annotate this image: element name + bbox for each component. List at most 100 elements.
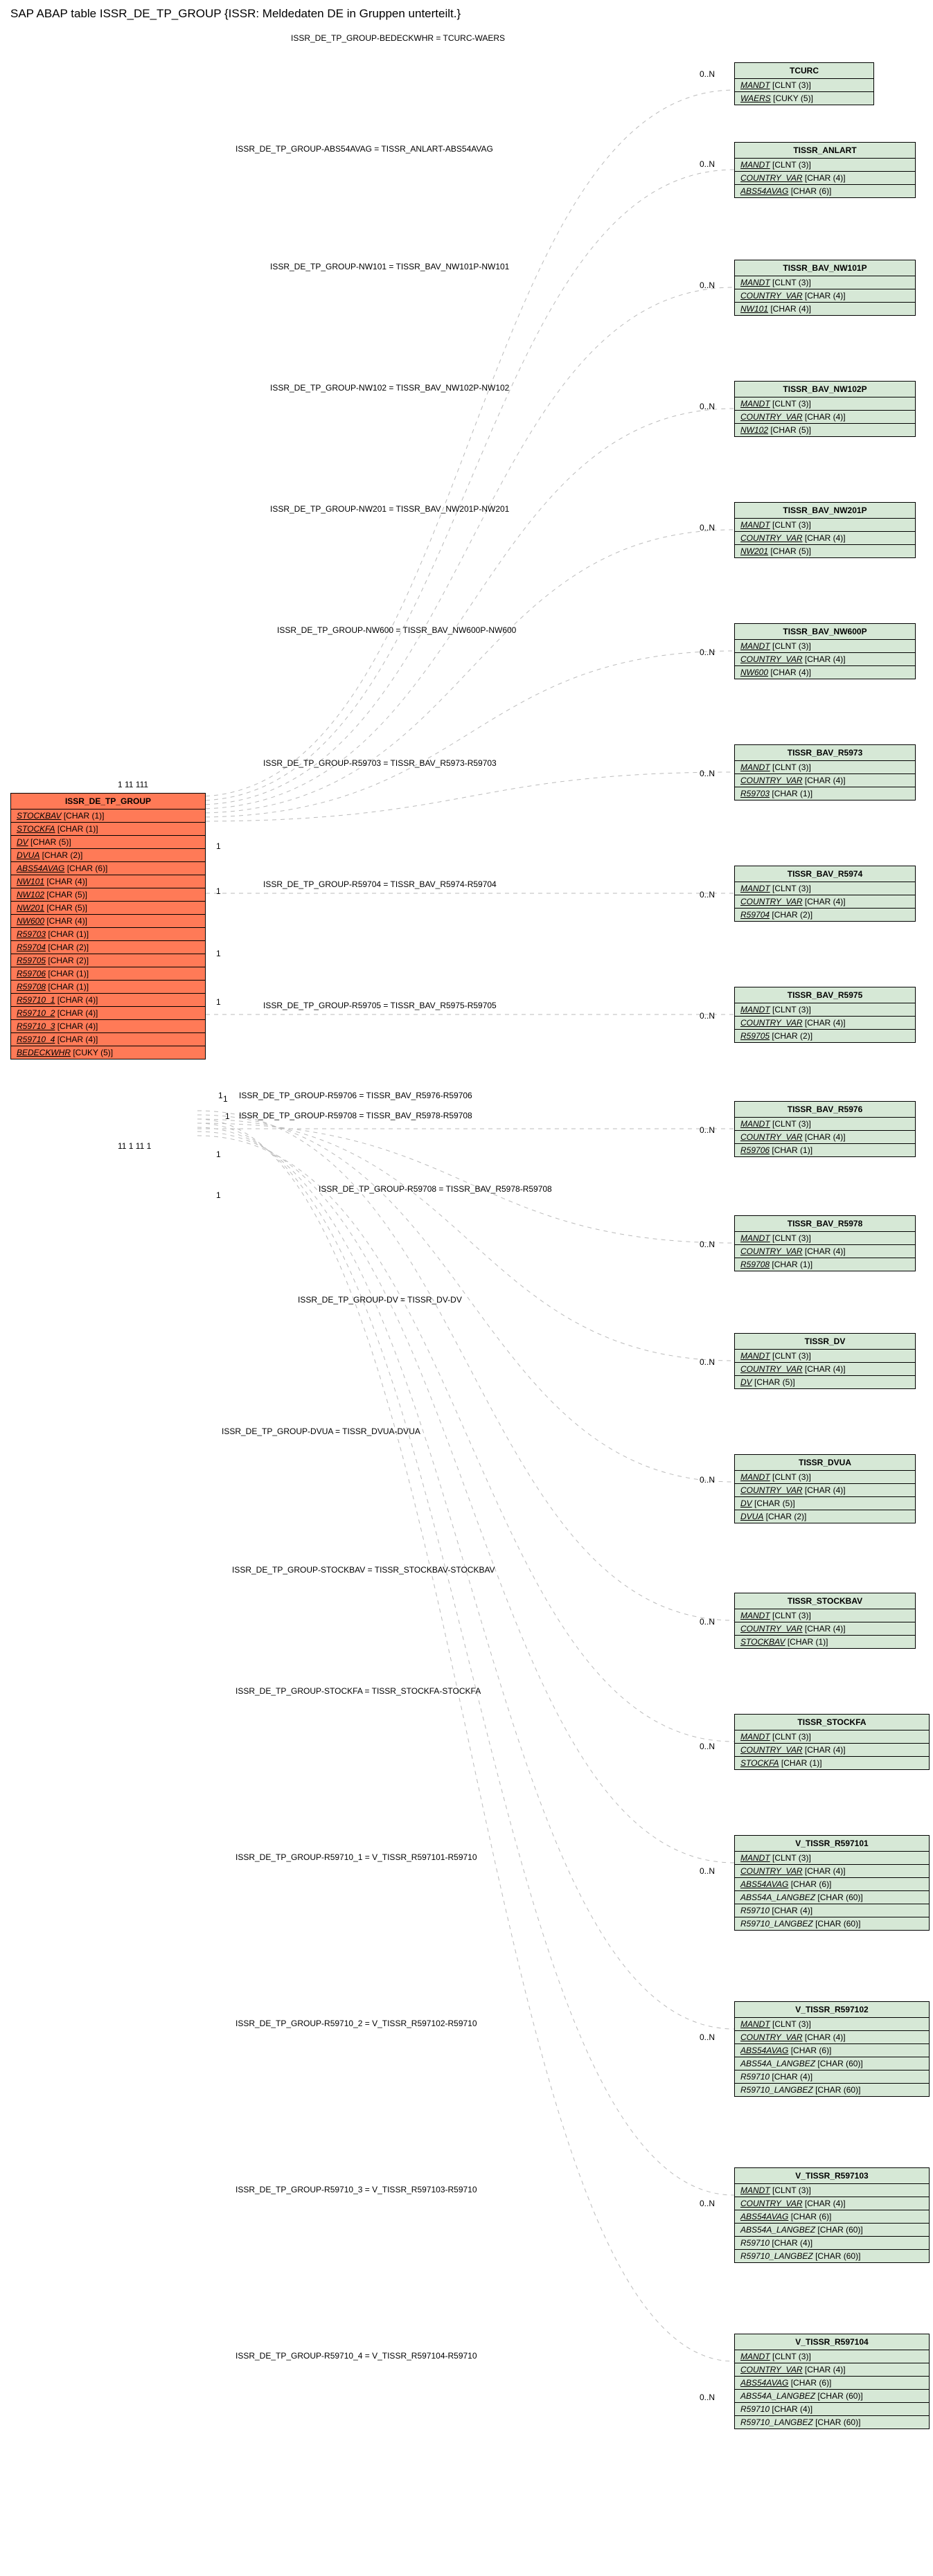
cardinality-label: 0..N bbox=[700, 1125, 715, 1135]
relation-edge bbox=[197, 772, 734, 821]
cardinality-label: 0..N bbox=[700, 2032, 715, 2042]
field-type: [CLNT (3)] bbox=[770, 1351, 811, 1361]
table-row: DVUA [CHAR (2)] bbox=[11, 849, 205, 862]
field-name: MANDT bbox=[740, 762, 770, 772]
field-name: WAERS bbox=[740, 93, 771, 103]
table-row: MANDT [CLNT (3)] bbox=[735, 2350, 929, 2363]
table-row: R59710_3 [CHAR (4)] bbox=[11, 1020, 205, 1033]
table-row: COUNTRY_VAR [CHAR (4)] bbox=[735, 653, 915, 666]
table-name: TISSR_BAV_R5976 bbox=[735, 1102, 915, 1118]
table-row: ABS54A_LANGBEZ [CHAR (60)] bbox=[735, 2057, 929, 2070]
field-name: MANDT bbox=[740, 2352, 770, 2361]
cardinality-label: 0..N bbox=[700, 647, 715, 657]
field-type: [CHAR (4)] bbox=[803, 1246, 846, 1256]
field-type: [CHAR (2)] bbox=[770, 910, 812, 920]
table-row: MANDT [CLNT (3)] bbox=[735, 519, 915, 532]
field-type: [CHAR (4)] bbox=[44, 916, 87, 926]
field-name: COUNTRY_VAR bbox=[740, 897, 803, 906]
field-type: [CHAR (4)] bbox=[770, 2072, 812, 2082]
related-table: TISSR_BAV_R5974MANDT [CLNT (3)]COUNTRY_V… bbox=[734, 866, 916, 922]
field-type: [CHAR (4)] bbox=[803, 776, 846, 785]
relation-label: ISSR_DE_TP_GROUP-R59710_3 = V_TISSR_R597… bbox=[236, 2185, 477, 2194]
table-row: R59710_LANGBEZ [CHAR (60)] bbox=[735, 2416, 929, 2429]
table-row: ABS54A_LANGBEZ [CHAR (60)] bbox=[735, 2224, 929, 2237]
field-name: R59710_LANGBEZ bbox=[740, 1919, 813, 1929]
field-name: R59708 bbox=[740, 1260, 770, 1269]
relation-edge bbox=[197, 651, 734, 817]
field-name: R59704 bbox=[17, 942, 46, 952]
table-name: TISSR_BAV_NW102P bbox=[735, 382, 915, 397]
field-name: R59706 bbox=[17, 969, 46, 978]
table-row: MANDT [CLNT (3)] bbox=[735, 1350, 915, 1363]
table-name: TISSR_BAV_R5978 bbox=[735, 1216, 915, 1232]
table-name: TISSR_DV bbox=[735, 1334, 915, 1350]
field-name: R59710_LANGBEZ bbox=[740, 2251, 813, 2261]
field-type: [CHAR (2)] bbox=[46, 942, 89, 952]
field-name: R59710_1 bbox=[17, 995, 55, 1005]
field-name: ABS54AVAG bbox=[740, 2212, 788, 2221]
field-type: [CHAR (4)] bbox=[803, 1485, 846, 1495]
field-name: STOCKFA bbox=[740, 1758, 779, 1768]
table-row: NW201 [CHAR (5)] bbox=[735, 545, 915, 557]
field-type: [CHAR (1)] bbox=[770, 1145, 812, 1155]
table-row: ABS54AVAG [CHAR (6)] bbox=[735, 2210, 929, 2224]
related-table: TISSR_BAV_NW101PMANDT [CLNT (3)]COUNTRY_… bbox=[734, 260, 916, 316]
table-row: R59710_LANGBEZ [CHAR (60)] bbox=[735, 2250, 929, 2262]
field-type: [CHAR (1)] bbox=[46, 929, 89, 939]
field-type: [CHAR (2)] bbox=[763, 1512, 806, 1521]
cardinality-label: 1 bbox=[216, 1150, 221, 1159]
field-name: COUNTRY_VAR bbox=[740, 776, 803, 785]
table-row: R59708 [CHAR (1)] bbox=[11, 981, 205, 994]
table-row: COUNTRY_VAR [CHAR (4)] bbox=[735, 1622, 915, 1636]
field-name: R59704 bbox=[740, 910, 770, 920]
relation-label: ISSR_DE_TP_GROUP-ABS54AVAG = TISSR_ANLAR… bbox=[236, 144, 493, 154]
cardinality-label: 0..N bbox=[700, 1475, 715, 1485]
field-type: [CLNT (3)] bbox=[770, 2185, 811, 2195]
field-name: COUNTRY_VAR bbox=[740, 1018, 803, 1028]
field-type: [CHAR (4)] bbox=[803, 1745, 846, 1755]
table-row: STOCKBAV [CHAR (1)] bbox=[11, 810, 205, 823]
cardinality-label: 0..N bbox=[700, 2199, 715, 2208]
field-name: DVUA bbox=[17, 850, 39, 860]
table-name: TISSR_STOCKBAV bbox=[735, 1593, 915, 1609]
table-row: COUNTRY_VAR [CHAR (4)] bbox=[735, 1131, 915, 1144]
field-type: [CLNT (3)] bbox=[770, 399, 811, 409]
table-row: COUNTRY_VAR [CHAR (4)] bbox=[735, 2031, 929, 2044]
related-table: TISSR_BAV_R5976MANDT [CLNT (3)]COUNTRY_V… bbox=[734, 1101, 916, 1157]
table-row: MANDT [CLNT (3)] bbox=[735, 276, 915, 289]
field-name: DV bbox=[740, 1377, 752, 1387]
field-name: R59706 bbox=[740, 1145, 770, 1155]
table-row: MANDT [CLNT (3)] bbox=[735, 2184, 929, 2197]
table-row: MANDT [CLNT (3)] bbox=[735, 1730, 929, 1744]
table-row: DVUA [CHAR (2)] bbox=[735, 1510, 915, 1523]
field-type: [CHAR (4)] bbox=[770, 1906, 812, 1915]
field-type: [CHAR (6)] bbox=[788, 186, 831, 196]
table-row: R59710 [CHAR (4)] bbox=[735, 2403, 929, 2416]
table-row: COUNTRY_VAR [CHAR (4)] bbox=[735, 1865, 929, 1878]
field-name: ABS54AVAG bbox=[740, 2378, 788, 2388]
relation-edge bbox=[197, 409, 734, 809]
field-type: [CLNT (3)] bbox=[770, 641, 811, 651]
table-name: V_TISSR_R597102 bbox=[735, 2002, 929, 2018]
table-row: ABS54AVAG [CHAR (6)] bbox=[735, 1878, 929, 1891]
cardinality-label: 0..N bbox=[700, 1011, 715, 1021]
table-row: ABS54A_LANGBEZ [CHAR (60)] bbox=[735, 1891, 929, 1904]
page-title: SAP ABAP table ISSR_DE_TP_GROUP {ISSR: M… bbox=[10, 7, 461, 21]
table-row: COUNTRY_VAR [CHAR (4)] bbox=[735, 774, 915, 787]
table-row: MANDT [CLNT (3)] bbox=[735, 761, 915, 774]
table-row: R59710 [CHAR (4)] bbox=[735, 1904, 929, 1917]
field-name: ABS54A_LANGBEZ bbox=[740, 1893, 815, 1902]
field-type: [CLNT (3)] bbox=[770, 1732, 811, 1742]
field-type: [CHAR (60)] bbox=[813, 1919, 861, 1929]
field-type: [CHAR (1)] bbox=[770, 789, 812, 798]
field-name: COUNTRY_VAR bbox=[740, 291, 803, 301]
field-type: [CLNT (3)] bbox=[770, 1611, 811, 1620]
table-row: MANDT [CLNT (3)] bbox=[735, 79, 873, 92]
table-row: R59710_4 [CHAR (4)] bbox=[11, 1033, 205, 1046]
related-table: TISSR_STOCKFAMANDT [CLNT (3)]COUNTRY_VAR… bbox=[734, 1714, 930, 1770]
field-name: STOCKBAV bbox=[17, 811, 61, 821]
relation-edge bbox=[197, 1119, 734, 2361]
cardinality-label: 1 bbox=[225, 1111, 230, 1121]
field-name: R59703 bbox=[17, 929, 46, 939]
field-type: [CHAR (60)] bbox=[813, 2251, 861, 2261]
